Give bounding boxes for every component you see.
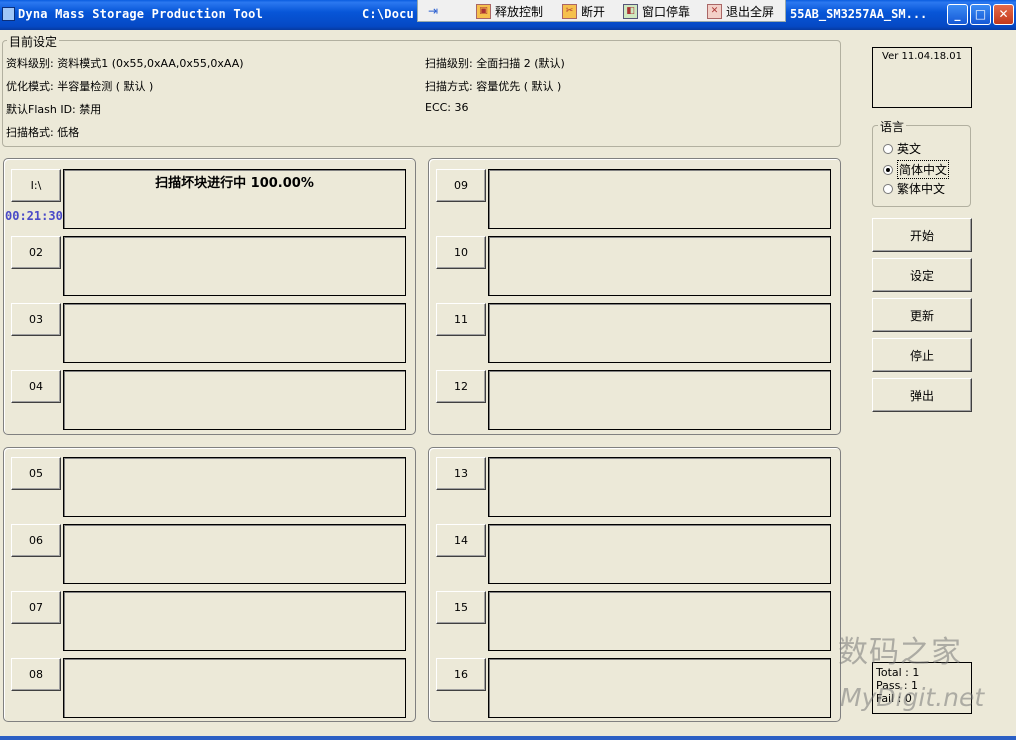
slot-label[interactable]: 09 bbox=[436, 169, 486, 202]
exit-fullscreen-icon: ✕ bbox=[707, 3, 722, 19]
slot-label[interactable]: 15 bbox=[436, 591, 486, 624]
slot-status-box bbox=[63, 591, 406, 651]
slot-status-box bbox=[488, 236, 831, 296]
slot-status-box bbox=[488, 591, 831, 651]
language-option-english[interactable]: 英文 bbox=[883, 140, 921, 157]
close-button[interactable]: ✕ bbox=[993, 4, 1014, 25]
slot-status-box bbox=[63, 658, 406, 718]
slot-status-box bbox=[488, 658, 831, 718]
start-button[interactable]: 开始 bbox=[872, 218, 972, 252]
slot-status-box bbox=[63, 303, 406, 363]
taskbar-edge bbox=[0, 736, 1016, 740]
slot-status-box bbox=[488, 370, 831, 430]
slot-label[interactable]: 03 bbox=[11, 303, 61, 336]
slot-label[interactable]: 16 bbox=[436, 658, 486, 691]
radio-english[interactable] bbox=[883, 143, 893, 154]
scan-method-text: 扫描方式: 容量优先 ( 默认 ) bbox=[425, 80, 562, 93]
release-control-label: 释放控制 bbox=[495, 4, 544, 19]
slot-status-box bbox=[63, 457, 406, 517]
scan-format-text: 扫描格式: 低格 bbox=[6, 126, 80, 139]
language-legend: 语言 bbox=[878, 118, 907, 135]
remote-control-toolbar: ⇥ ▣ 释放控制 ✂ 断开 ◧ 窗口停靠 ✕ 退出全屏 bbox=[417, 0, 786, 22]
default-flash-id-text: 默认Flash ID: 禁用 bbox=[6, 103, 102, 116]
current-settings-legend: 目前设定 bbox=[7, 33, 60, 50]
window-title-suffix: 55AB_SM3257AA_SM... bbox=[790, 7, 928, 21]
slot-label[interactable]: 06 bbox=[11, 524, 61, 557]
slot-label[interactable]: I:\ bbox=[11, 169, 61, 202]
update-button[interactable]: 更新 bbox=[872, 298, 972, 332]
slot-label[interactable]: 12 bbox=[436, 370, 486, 403]
settings-button[interactable]: 设定 bbox=[872, 258, 972, 292]
slot-label[interactable]: 08 bbox=[11, 658, 61, 691]
slot-status-box: 扫描坏块进行中 100.00% bbox=[63, 169, 406, 229]
window-title-path: C:\Docu bbox=[362, 7, 414, 21]
slot-status-box bbox=[488, 524, 831, 584]
disconnect-button[interactable]: ✂ 断开 bbox=[562, 2, 605, 20]
slot-status-box bbox=[488, 169, 831, 229]
disconnect-label: 断开 bbox=[581, 4, 606, 19]
language-label-simplified-chinese: 简体中文 bbox=[897, 160, 950, 179]
language-label-english: 英文 bbox=[897, 142, 922, 156]
slot-status-box bbox=[488, 457, 831, 517]
pin-icon[interactable]: ⇥ bbox=[428, 2, 438, 20]
release-icon: ▣ bbox=[476, 3, 491, 19]
eject-button[interactable]: 弹出 bbox=[872, 378, 972, 412]
slot-status-box bbox=[63, 370, 406, 430]
stop-button[interactable]: 停止 bbox=[872, 338, 972, 372]
slot-label[interactable]: 02 bbox=[11, 236, 61, 269]
language-label-traditional-chinese: 繁体中文 bbox=[897, 182, 946, 196]
watermark-site: MyDigit.net bbox=[840, 683, 985, 712]
dock-window-label: 窗口停靠 bbox=[642, 4, 691, 19]
slot-label[interactable]: 05 bbox=[11, 457, 61, 490]
language-option-simplified-chinese[interactable]: 简体中文 bbox=[883, 160, 950, 179]
app-icon bbox=[2, 7, 15, 21]
slot-label[interactable]: 11 bbox=[436, 303, 486, 336]
dock-window-button[interactable]: ◧ 窗口停靠 bbox=[623, 2, 690, 20]
exit-fullscreen-label: 退出全屏 bbox=[726, 4, 775, 19]
slot-status-box bbox=[63, 524, 406, 584]
window-title: Dyna Mass Storage Production Tool bbox=[18, 7, 264, 21]
elapsed-timer: 00:21:30 bbox=[5, 209, 63, 223]
watermark-chinese: 数码之家 bbox=[838, 635, 962, 670]
scan-level-text: 扫描级别: 全面扫描 2 (默认) bbox=[425, 57, 565, 70]
minimize-button[interactable]: _ bbox=[947, 4, 968, 25]
language-option-traditional-chinese[interactable]: 繁体中文 bbox=[883, 180, 945, 197]
exit-fullscreen-button[interactable]: ✕ 退出全屏 bbox=[707, 2, 774, 20]
slot-label[interactable]: 14 bbox=[436, 524, 486, 557]
version-box: Ver 11.04.18.01 bbox=[872, 47, 972, 108]
data-level-text: 资料级别: 资料模式1 (0x55,0xAA,0x55,0xAA) bbox=[6, 57, 244, 70]
ecc-text: ECC: 36 bbox=[425, 101, 469, 114]
radio-traditional-chinese[interactable] bbox=[883, 183, 893, 194]
slot-label[interactable]: 07 bbox=[11, 591, 61, 624]
slot-label[interactable]: 10 bbox=[436, 236, 486, 269]
disconnect-icon: ✂ bbox=[562, 3, 577, 19]
maximize-button[interactable]: □ bbox=[970, 4, 991, 25]
slot-label[interactable]: 13 bbox=[436, 457, 486, 490]
slot-status-box bbox=[63, 236, 406, 296]
dock-icon: ◧ bbox=[623, 3, 638, 19]
slot-label[interactable]: 04 bbox=[11, 370, 61, 403]
optimize-mode-text: 优化模式: 半容量检测 ( 默认 ) bbox=[6, 80, 154, 93]
release-control-button[interactable]: ▣ 释放控制 bbox=[476, 2, 543, 20]
radio-simplified-chinese[interactable] bbox=[883, 164, 893, 175]
slot-status-text: 扫描坏块进行中 100.00% bbox=[155, 176, 314, 191]
slot-status-box bbox=[488, 303, 831, 363]
